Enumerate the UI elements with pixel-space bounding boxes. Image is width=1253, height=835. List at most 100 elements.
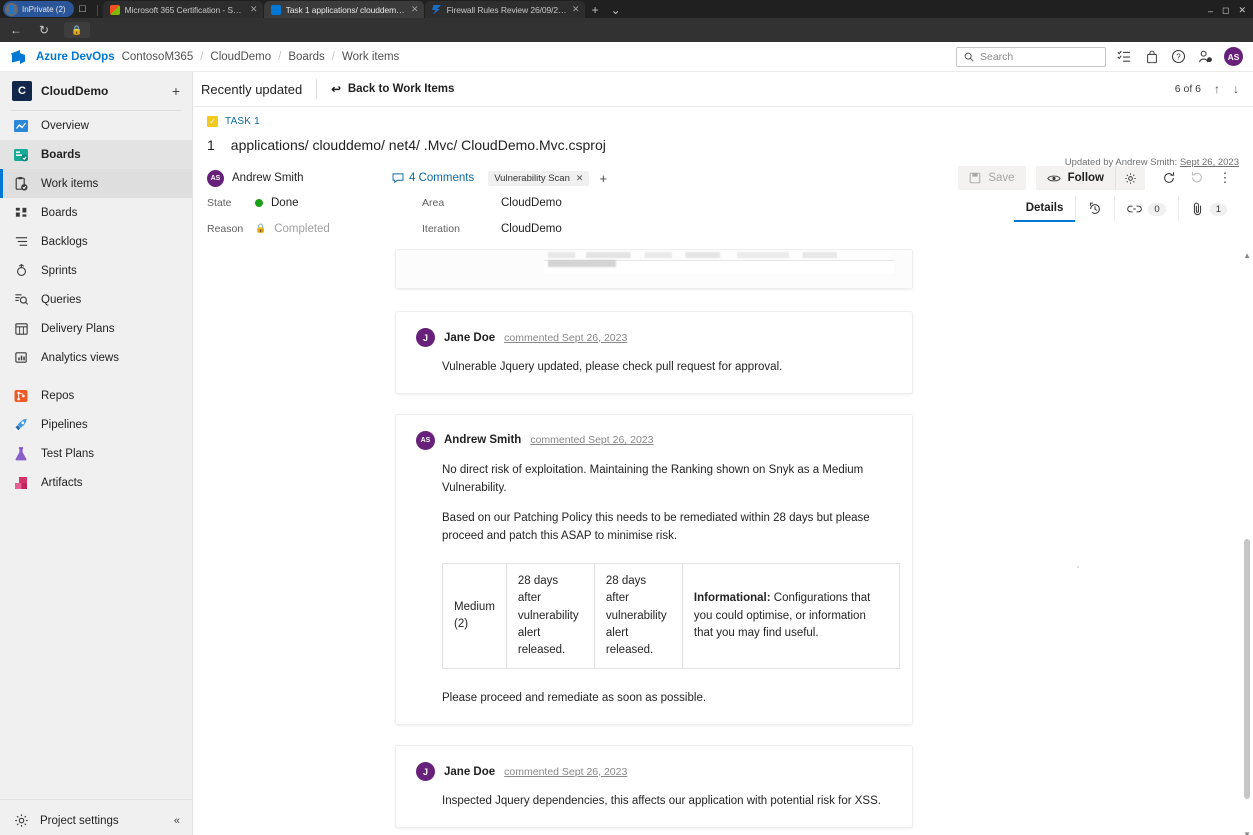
tab-overview-icon[interactable]: ☐: [74, 1, 92, 17]
assignee-field[interactable]: AS Andrew Smith: [207, 170, 392, 187]
maximize-icon[interactable]: ◻: [1222, 5, 1229, 16]
browser-tab-2[interactable]: Task 1 applications/ clouddemo... ✕: [264, 1, 424, 18]
minimize-icon[interactable]: –: [1208, 6, 1213, 16]
sidebar-item-boards[interactable]: Boards: [0, 198, 192, 227]
refresh-icon[interactable]: ↻: [36, 23, 52, 37]
field-label: Iteration: [422, 223, 470, 235]
next-item-icon[interactable]: ↓: [1233, 82, 1239, 96]
tab-attachments[interactable]: 1: [1178, 196, 1239, 222]
previous-item-icon[interactable]: ↑: [1214, 82, 1220, 96]
breadcrumb-project[interactable]: CloudDemo: [210, 51, 271, 63]
updated-date[interactable]: Sept 26, 2023: [1180, 157, 1239, 168]
tab-history[interactable]: [1075, 196, 1114, 222]
close-icon[interactable]: ✕: [250, 4, 258, 15]
search-input[interactable]: Search: [956, 47, 1106, 67]
sidebar-item-overview[interactable]: Overview: [0, 111, 192, 140]
more-actions-icon[interactable]: ⋮: [1211, 166, 1239, 190]
follow-button[interactable]: Follow: [1036, 166, 1115, 190]
partial-comment-content: [396, 249, 912, 289]
sidebar-item-queries[interactable]: Queries: [0, 285, 192, 314]
comment-date[interactable]: commented Sept 26, 2023: [504, 766, 627, 778]
breadcrumb-separator: /: [278, 51, 281, 63]
add-new-button[interactable]: +: [172, 83, 180, 99]
comment-card[interactable]: AS Andrew Smith commented Sept 26, 2023 …: [395, 414, 913, 725]
close-icon[interactable]: ✕: [572, 4, 580, 15]
sidebar-item-label: Work items: [41, 178, 98, 190]
window-close-icon[interactable]: ✕: [1238, 5, 1246, 16]
tasklist-icon[interactable]: [1116, 48, 1133, 65]
inprivate-indicator[interactable]: 👤 InPrivate (2): [3, 1, 74, 17]
shopping-bag-icon[interactable]: [1143, 48, 1160, 65]
comment-author[interactable]: Jane Doe: [444, 766, 495, 778]
refresh-icon[interactable]: [1155, 166, 1183, 190]
sidebar-item-sprints[interactable]: Sprints: [0, 256, 192, 285]
breadcrumb-organization[interactable]: ContosoM365: [122, 51, 194, 63]
tab-list-dropdown-icon[interactable]: ⌄: [605, 3, 627, 18]
work-item-title[interactable]: applications/ clouddemo/ net4/ .Mvc/ Clo…: [231, 137, 606, 153]
follow-settings-button[interactable]: [1115, 166, 1145, 190]
breadcrumb-boards[interactable]: Boards: [288, 51, 324, 63]
user-settings-icon[interactable]: [1197, 48, 1214, 65]
back-icon[interactable]: ←: [8, 23, 24, 37]
comment-paragraph: Inspected Jquery dependencies, this affe…: [442, 793, 894, 811]
azure-devops-logo-icon[interactable]: [8, 47, 28, 67]
decorative-dot: [1077, 566, 1079, 568]
back-to-work-items-button[interactable]: ↩ Back to Work Items: [331, 82, 454, 96]
sidebar-item-backlogs[interactable]: Backlogs: [0, 227, 192, 256]
sidebar-item-work-items[interactable]: Work items: [0, 169, 192, 198]
comment-card[interactable]: J Jane Doe commented Sept 26, 2023 Inspe…: [395, 745, 913, 828]
sidebar-item-analytics-views[interactable]: Analytics views: [0, 343, 192, 372]
discussion-panel[interactable]: J Jane Doe commented Sept 26, 2023 Vulne…: [193, 249, 1253, 835]
sidebar-item-test-plans[interactable]: Test Plans: [0, 439, 192, 468]
sidebar-item-pipelines[interactable]: Pipelines: [0, 410, 192, 439]
toolbar-divider: [316, 79, 317, 99]
sidebar-item-repos[interactable]: Repos: [0, 381, 192, 410]
area-value: CloudDemo: [470, 197, 562, 209]
table-cell-severity: Medium (2): [443, 564, 507, 669]
new-tab-button[interactable]: +: [586, 3, 605, 18]
tag-chip[interactable]: Vulnerability Scan ✕: [488, 171, 589, 186]
project-header[interactable]: C CloudDemo +: [0, 72, 192, 110]
comment-card-partial[interactable]: [395, 249, 913, 289]
address-bar[interactable]: 🔒: [64, 22, 90, 38]
avatar[interactable]: AS: [1224, 47, 1243, 66]
scroll-up-icon[interactable]: ▲: [1243, 251, 1251, 260]
help-icon[interactable]: ?: [1170, 48, 1187, 65]
comment-author[interactable]: Andrew Smith: [444, 434, 521, 446]
add-tag-icon[interactable]: +: [599, 171, 607, 186]
collapse-sidebar-icon[interactable]: «: [174, 815, 180, 827]
scrollbar-thumb[interactable]: [1244, 539, 1250, 799]
links-count-badge: 0: [1148, 203, 1165, 216]
tab-links[interactable]: 0: [1114, 196, 1177, 222]
save-icon: [969, 172, 981, 184]
work-item-type-label[interactable]: TASK 1: [225, 116, 260, 127]
comment-card[interactable]: J Jane Doe commented Sept 26, 2023 Vulne…: [395, 311, 913, 394]
browser-tab-1[interactable]: Microsoft 365 Certification - Ser... ✕: [103, 1, 263, 18]
header-actions: Search ? AS: [956, 47, 1243, 67]
comment-date[interactable]: commented Sept 26, 2023: [504, 332, 627, 344]
breadcrumb-work-items[interactable]: Work items: [342, 51, 399, 63]
close-icon[interactable]: ✕: [411, 4, 419, 15]
browser-tab-strip: 👤 InPrivate (2) ☐ Microsoft 365 Certific…: [0, 0, 1253, 18]
tab-details[interactable]: Details: [1014, 196, 1076, 222]
revert-icon[interactable]: [1183, 166, 1211, 190]
comment-date-value: Sept 26, 2023: [562, 766, 627, 778]
browser-tab-3[interactable]: Firewall Rules Review 26/09/20... ✕: [425, 1, 585, 18]
field-area[interactable]: Area CloudDemo: [422, 194, 652, 211]
comments-link[interactable]: 4 Comments: [392, 172, 474, 184]
vertical-scrollbar[interactable]: ▲ ▼: [1243, 249, 1251, 835]
save-button[interactable]: Save: [958, 166, 1025, 190]
remove-tag-icon[interactable]: ✕: [576, 173, 584, 184]
comment-date[interactable]: commented Sept 26, 2023: [530, 434, 653, 446]
sidebar-item-boards-group[interactable]: Boards: [0, 140, 192, 169]
queries-icon: [12, 291, 30, 309]
field-state[interactable]: State Done: [207, 194, 422, 211]
comment-author[interactable]: Jane Doe: [444, 332, 495, 344]
scroll-down-icon[interactable]: ▼: [1243, 830, 1251, 835]
project-settings-item[interactable]: Project settings «: [0, 799, 192, 835]
breadcrumb-brand[interactable]: Azure DevOps: [36, 51, 115, 63]
sidebar-item-artifacts[interactable]: Artifacts: [0, 468, 192, 497]
boards-icon: [12, 146, 30, 164]
sidebar-item-delivery-plans[interactable]: Delivery Plans: [0, 314, 192, 343]
field-iteration[interactable]: Iteration CloudDemo: [422, 220, 652, 237]
